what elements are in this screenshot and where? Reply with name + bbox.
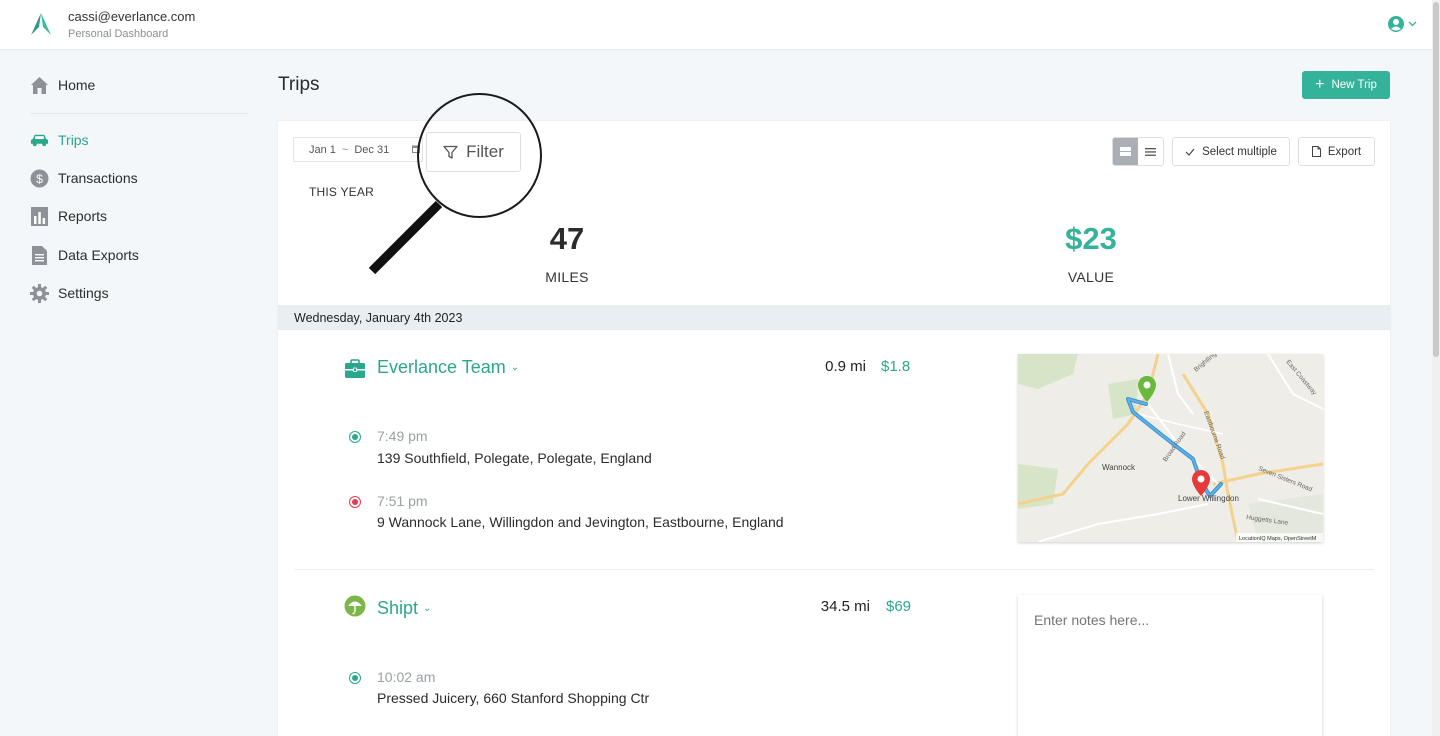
sidebar-item-label: Settings [58,285,109,301]
trip-distance: 34.5 mi [820,598,870,615]
card-view-toggle[interactable] [1113,138,1138,165]
briefcase-icon [345,359,365,378]
start-point-icon [349,672,361,684]
list-view-icon [1145,147,1156,156]
sidebar-item-label: Transactions [58,170,138,186]
sidebar-divider [30,113,248,114]
trip-route-map[interactable]: Wannock Lower Willingdon Eastbourne Road… [1018,354,1323,542]
trip-purpose-dropdown[interactable]: Everlance Team ⌄ [377,357,519,378]
stop-address: 9 Wannock Lane, Willingdon and Jevington… [377,514,784,530]
route-map-graphic: Wannock Lower Willingdon Eastbourne Road… [1018,354,1323,542]
date-separator: ~ [341,143,349,156]
sidebar-item-trips[interactable]: Trips [30,128,89,152]
chevron-down-icon: ⌄ [423,603,432,614]
magnifier-handle-overlay [368,200,443,275]
new-trip-label: New Trip [1331,79,1377,91]
trip-distance: 0.9 mi [825,358,866,375]
bar-chart-icon [30,206,49,226]
sidebar-item-label: Reports [58,208,108,224]
chevron-down-icon [1408,21,1417,27]
dollar-icon: $ [30,169,49,188]
trip-name: Shipt [377,598,419,618]
view-toggle [1112,137,1164,166]
sidebar-item-reports[interactable]: Reports [30,204,107,228]
period-label: THIS YEAR [309,185,374,199]
trip-notes-field[interactable] [1018,595,1322,736]
miles-label: MILES [545,269,589,285]
value-amount: $23 [1065,221,1117,256]
export-label: Export [1327,145,1362,158]
page-title: Trips [278,74,320,95]
sidebar-item-home[interactable]: Home [30,73,95,97]
stop-time: 7:51 pm [377,493,428,509]
stop-time: 7:49 pm [377,428,428,444]
svg-text:$: $ [36,172,43,186]
sidebar-item-transactions[interactable]: $ Transactions [30,166,138,190]
trip-name: Everlance Team [377,357,506,377]
top-bar: cassi@everlance.com Personal Dashboard [0,0,1440,50]
home-icon [30,76,49,95]
filter-icon [443,145,458,159]
miles-value: 47 [549,221,585,256]
select-multiple-button[interactable]: Select multiple [1172,137,1290,166]
value-stat: $23 VALUE [1011,221,1171,285]
everlance-logo-icon[interactable] [31,13,51,35]
document-icon [30,245,49,265]
miles-stat: 47 MILES [487,221,647,285]
map-label: Lower Willingdon [1178,494,1239,503]
sidebar-item-label: Trips [58,132,89,148]
stop-address: 139 Southfield, Polegate, Polegate, Engl… [377,450,652,466]
filter-label: Filter [466,142,504,161]
plus-icon: + [1315,76,1325,93]
shipt-umbrella-icon [344,595,366,617]
calendar-icon [412,145,420,156]
user-email: cassi@everlance.com [68,9,196,24]
dashboard-subtitle: Personal Dashboard [68,28,169,40]
user-circle-icon [1388,16,1404,32]
sidebar-item-settings[interactable]: Settings [30,281,109,305]
stop-address: Pressed Juicery, 660 Stanford Shopping C… [377,690,650,706]
gear-icon [30,283,49,303]
sidebar: Home Trips $ Transactions Reports Data E… [0,50,248,736]
sidebar-item-label: Data Exports [58,247,139,263]
card-view-icon [1120,147,1131,156]
check-icon [1185,148,1195,156]
car-icon [30,131,49,150]
start-point-icon [349,431,361,443]
value-label: VALUE [1067,269,1115,285]
map-label: Wannock [1102,463,1136,472]
date-range-picker[interactable]: Jan 1 ~ Dec 31 [293,137,423,162]
page-scrollbar[interactable] [1432,0,1440,736]
trips-card: Jan 1 ~ Dec 31 Filter Select multiple Ex… [278,93,1390,736]
file-icon [1311,146,1321,157]
list-view-toggle[interactable] [1138,138,1163,165]
trip-value: $69 [886,598,912,615]
filter-button[interactable]: Filter [426,132,521,172]
end-point-icon [349,496,361,508]
new-trip-button[interactable]: + New Trip [1302,71,1390,99]
trip-value: $1.8 [881,358,911,375]
date-from: Jan 1 [309,143,336,156]
sidebar-item-label: Home [58,77,96,93]
map-attribution: LocationIQ Maps, OpenStreetM [1239,536,1317,542]
date-to: Dec 31 [354,143,390,156]
scrollbar-thumb[interactable] [1433,2,1439,357]
day-header: Wednesday, January 4th 2023 [278,305,1390,330]
trip-purpose-dropdown[interactable]: Shipt ⌄ [377,598,431,619]
select-multiple-label: Select multiple [1202,145,1277,158]
trip-divider [294,569,1374,570]
export-button[interactable]: Export [1298,137,1375,166]
sidebar-item-data-exports[interactable]: Data Exports [30,243,139,267]
stop-time: 10:02 am [377,669,436,685]
account-menu[interactable] [1388,15,1422,33]
chevron-down-icon: ⌄ [510,362,520,373]
